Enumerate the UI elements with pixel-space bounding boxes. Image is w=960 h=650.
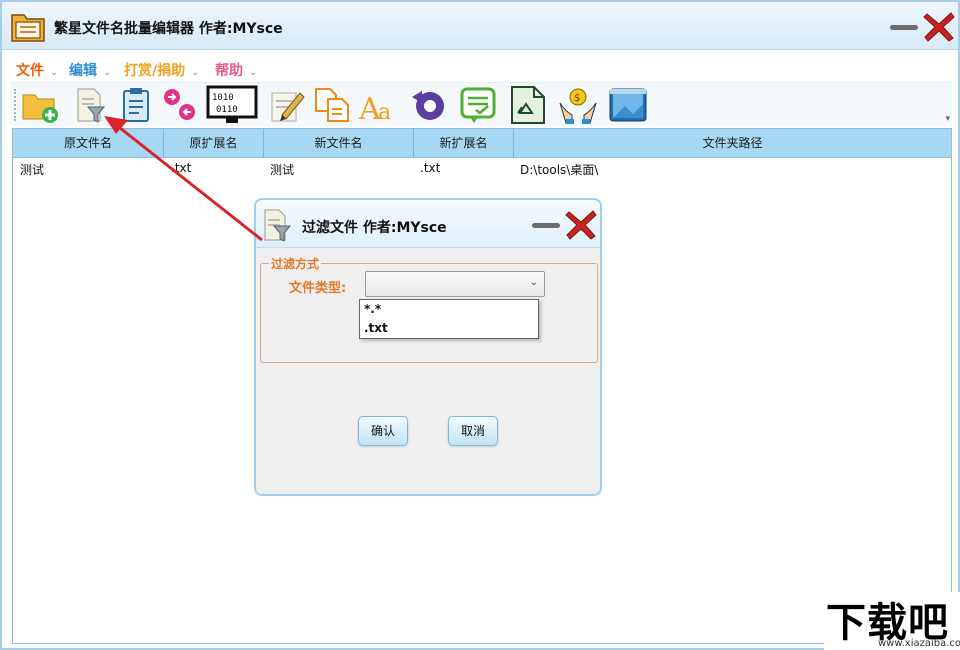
site-watermark: 下载吧 www.xiazaiba.com: [824, 592, 960, 650]
binary-monitor-icon[interactable]: 1010 0110: [206, 85, 258, 125]
svg-text:a: a: [378, 100, 391, 125]
file-type-dropdown-list: *.* .txt: [359, 299, 539, 339]
menu-file[interactable]: 文件 ⌄: [16, 60, 58, 80]
add-folder-icon[interactable]: [20, 85, 60, 125]
cell-new-name[interactable]: 测试: [270, 161, 294, 178]
svg-text:0110: 0110: [216, 105, 238, 115]
window-app-icon[interactable]: [608, 85, 648, 125]
clipboard-icon[interactable]: [116, 85, 156, 125]
dropdown-option[interactable]: *.*: [364, 302, 381, 316]
svg-text:1010: 1010: [212, 93, 234, 103]
filter-file-icon: [262, 208, 292, 242]
edit-document-icon[interactable]: [266, 85, 306, 125]
file-type-label: 文件类型:: [289, 281, 347, 296]
minimize-button[interactable]: [888, 16, 920, 38]
menu-help[interactable]: 帮助 ⌄: [215, 60, 257, 80]
group-label: 过滤方式: [269, 255, 322, 272]
undo-icon[interactable]: [408, 85, 448, 125]
title-bar: 繁星文件名批量编辑器 作者:MYsce: [2, 2, 958, 50]
dropdown-option[interactable]: .txt: [364, 321, 388, 335]
column-new-name[interactable]: 新文件名: [264, 129, 414, 158]
column-original-name[interactable]: 原文件名: [13, 129, 164, 158]
close-icon[interactable]: [564, 208, 598, 242]
toolbar-grip[interactable]: [14, 89, 17, 121]
menu-donate[interactable]: 打赏/捐助 ⌄: [124, 60, 200, 80]
filter-dialog: 过滤文件 作者:MYsce 过滤方式 文件类型: ⌄ 确认 取消: [254, 198, 602, 496]
swap-arrows-icon[interactable]: [160, 85, 200, 125]
cell-original-ext[interactable]: .txt: [171, 161, 191, 175]
cell-new-ext[interactable]: .txt: [420, 161, 440, 175]
checklist-icon[interactable]: [458, 85, 498, 125]
cell-original-name[interactable]: 测试: [20, 161, 44, 178]
confirm-button[interactable]: 确认: [358, 416, 408, 446]
column-new-ext[interactable]: 新扩展名: [414, 129, 514, 158]
chevron-down-icon[interactable]: ⌄: [530, 277, 538, 288]
dialog-title-bar: 过滤文件 作者:MYsce: [256, 200, 600, 248]
app-logo-icon: [10, 9, 46, 43]
column-original-ext[interactable]: 原扩展名: [164, 129, 264, 158]
menu-edit[interactable]: 编辑 ⌄: [69, 60, 111, 80]
window-title: 繁星文件名批量编辑器 作者:MYsce: [54, 21, 283, 37]
column-folder-path[interactable]: 文件夹路径: [514, 129, 951, 158]
filter-file-icon[interactable]: [70, 85, 110, 125]
svg-text:$: $: [574, 93, 580, 104]
cancel-button[interactable]: 取消: [448, 416, 498, 446]
font-aa-icon[interactable]: Aa: [358, 85, 398, 127]
dialog-title: 过滤文件 作者:MYsce: [302, 220, 447, 236]
watermark-url: www.xiazaiba.com: [878, 638, 960, 649]
close-icon[interactable]: [922, 10, 956, 44]
file-type-select[interactable]: ⌄: [365, 271, 545, 297]
table-header: 原文件名 原扩展名 新文件名 新扩展名 文件夹路径: [13, 129, 951, 158]
toolbar-overflow-icon[interactable]: ▾: [945, 114, 950, 124]
recycle-document-icon[interactable]: [508, 85, 548, 125]
toolbar: 1010 0110 Aa $ ▾: [10, 82, 952, 127]
donate-hands-icon[interactable]: $: [558, 85, 598, 125]
dialog-minimize-button[interactable]: [530, 214, 562, 236]
cell-folder-path[interactable]: D:\tools\桌面\: [520, 161, 598, 178]
copy-document-icon[interactable]: [312, 85, 352, 125]
